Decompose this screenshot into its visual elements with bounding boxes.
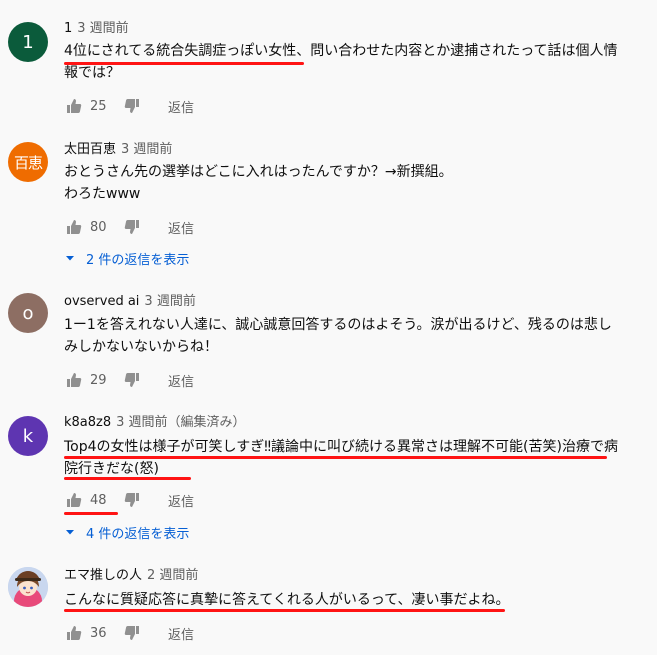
thumb-up-icon[interactable]: [64, 96, 84, 116]
thumb-down-icon[interactable]: [122, 96, 142, 116]
comment-time[interactable]: 2 週間前: [147, 568, 198, 583]
red-underline: [64, 477, 191, 480]
red-underline: [64, 609, 505, 612]
avatar[interactable]: [8, 567, 48, 607]
view-replies-button[interactable]: 2 件の返信を表示: [64, 248, 189, 268]
avatar[interactable]: o: [8, 293, 48, 333]
avatar[interactable]: k: [8, 416, 48, 456]
comment-author[interactable]: エマ推しの人: [64, 568, 142, 583]
reply-button[interactable]: 返信: [168, 491, 194, 510]
thumb-down-icon[interactable]: [122, 370, 142, 390]
anime-character-avatar-image: [8, 567, 48, 607]
red-underline: [64, 456, 607, 459]
like-count: 29: [90, 372, 107, 388]
thumb-down-icon[interactable]: [122, 490, 142, 510]
comment-author[interactable]: k8a8z8: [64, 415, 111, 430]
comment-text: 1ー1を答えれない人達に、誠心誠意回答するのはよそう。涙が出るけど、残るのは悲し…: [64, 317, 612, 355]
comment-author[interactable]: 太田百恵: [64, 142, 116, 157]
like-count: 48: [90, 492, 107, 508]
thumb-up-icon[interactable]: [64, 490, 84, 510]
avatar-initial: 1: [22, 31, 34, 53]
comment-text: こんなに質疑応答に真摯に答えてくれる人がいるって、凄い事だよね。: [64, 592, 510, 608]
comment-author[interactable]: 1: [64, 21, 72, 36]
thumb-down-icon[interactable]: [122, 217, 142, 237]
view-replies-button[interactable]: 4 件の返信を表示: [64, 522, 189, 542]
avatar[interactable]: 百恵: [8, 142, 48, 182]
comment-author[interactable]: ovserved ai: [64, 294, 139, 309]
comment-time[interactable]: 3 週間前: [77, 21, 128, 36]
view-replies-label: 2 件の返信を表示: [86, 252, 190, 268]
comment-time[interactable]: 3 週間前（編集済み）: [116, 415, 245, 430]
reply-button[interactable]: 返信: [168, 371, 194, 390]
caret-down-icon: [66, 256, 74, 261]
thumb-up-icon[interactable]: [64, 623, 84, 643]
thumb-up-icon[interactable]: [64, 370, 84, 390]
avatar[interactable]: 1: [8, 22, 48, 62]
reply-button[interactable]: 返信: [168, 624, 194, 643]
red-underline: [64, 62, 304, 65]
avatar-initial: o: [22, 302, 34, 324]
caret-down-icon: [66, 530, 74, 535]
reply-button[interactable]: 返信: [168, 218, 194, 237]
like-count: 36: [90, 625, 107, 641]
avatar-initial: 百恵: [13, 153, 43, 172]
comment-time[interactable]: 3 週間前: [121, 142, 172, 157]
comment-time[interactable]: 3 週間前: [144, 294, 195, 309]
thumb-down-icon[interactable]: [122, 623, 142, 643]
comment-text: おとうさん先の選挙はどこに入れはったんですか？→新撰組。 わろたwww: [64, 164, 453, 202]
comment-list: 1 13 週間前 4位にされてる統合失調症っぽい女性、問い合わせた内容とか逮捕さ…: [0, 0, 657, 655]
like-count: 80: [90, 219, 107, 235]
avatar-initial: k: [22, 425, 34, 447]
red-underline: [64, 512, 118, 515]
reply-button[interactable]: 返信: [168, 97, 194, 116]
thumb-up-icon[interactable]: [64, 217, 84, 237]
view-replies-label: 4 件の返信を表示: [86, 526, 190, 542]
like-count: 25: [90, 98, 107, 114]
